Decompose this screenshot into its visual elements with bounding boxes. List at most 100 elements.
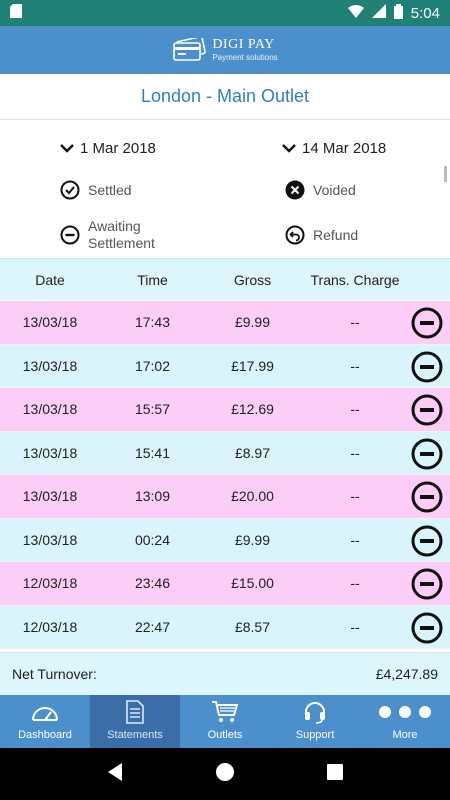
table-row[interactable]: 13/03/18 17:43 £9.99 --: [0, 301, 450, 345]
table-row[interactable]: 13/03/18 13:09 £20.00 --: [0, 475, 450, 519]
awaiting-minus-icon: [60, 225, 80, 245]
more-dots-icon: [378, 699, 432, 725]
chevron-down-icon: [60, 143, 74, 153]
recents-icon[interactable]: [326, 763, 344, 786]
tab-more[interactable]: More: [360, 695, 450, 748]
headset-icon: [303, 699, 327, 725]
legend-voided-label: Voided: [313, 182, 356, 198]
legend-settled-label: Settled: [88, 182, 132, 198]
row-gross: £9.99: [234, 531, 271, 548]
table-row[interactable]: 13/03/18 00:24 £9.99 --: [0, 518, 450, 562]
voided-x-icon: [285, 180, 305, 200]
card-icon: [173, 38, 207, 61]
awaiting-minus-icon[interactable]: [411, 438, 443, 470]
signal-icon: [371, 4, 386, 22]
table-row[interactable]: 13/03/18 15:57 £12.69 --: [0, 388, 450, 432]
row-date: 13/03/18: [22, 488, 78, 505]
tab-statements[interactable]: Statements: [90, 695, 180, 748]
scrollbar-thumb[interactable]: [444, 166, 447, 182]
legend-refund[interactable]: Refund: [285, 225, 358, 245]
tab-dashboard-label: Dashboard: [18, 729, 72, 741]
wifi-icon: [347, 4, 364, 22]
header-trans-charge[interactable]: Trans. Charge: [300, 272, 410, 288]
row-date: 13/03/18: [22, 531, 78, 548]
row-charge: --: [350, 618, 360, 635]
net-turnover-bar: Net Turnover: £4,247.89: [0, 652, 450, 695]
bottom-tab-bar: Dashboard Statements Outlets Support Mor…: [0, 695, 450, 748]
table-row[interactable]: 13/03/18 17:02 £17.99 --: [0, 344, 450, 388]
awaiting-minus-icon[interactable]: [411, 525, 443, 557]
legend-awaiting[interactable]: Awaiting Settlement: [60, 218, 190, 252]
app-header: DIGI PAY Payment solutions: [0, 26, 450, 74]
row-gross: £8.57: [234, 618, 271, 635]
row-gross: £20.00: [231, 488, 274, 505]
legend-settled[interactable]: Settled: [60, 180, 132, 200]
battery-icon: [393, 3, 403, 23]
row-gross: £17.99: [231, 357, 274, 374]
row-date: 13/03/18: [22, 401, 78, 418]
row-charge: --: [350, 575, 360, 592]
date-to-selector[interactable]: 14 Mar 2018: [282, 140, 386, 157]
legend-refund-label: Refund: [313, 227, 359, 243]
status-bar: 5:04: [0, 0, 450, 26]
row-charge: --: [350, 531, 360, 548]
row-time: 15:41: [134, 444, 171, 461]
gauge-icon: [30, 699, 60, 725]
legend-voided[interactable]: Voided: [285, 180, 356, 200]
row-gross: £12.69: [231, 401, 274, 418]
row-charge: --: [350, 488, 360, 505]
transactions-list: 13/03/18 17:43 £9.99 -- 13/03/18 17:02 £…: [0, 301, 450, 649]
system-nav-bar: [0, 748, 450, 800]
header-date[interactable]: Date: [0, 272, 100, 288]
header-time[interactable]: Time: [105, 272, 200, 288]
awaiting-minus-icon[interactable]: [411, 307, 443, 339]
net-turnover-value: £4,247.89: [375, 666, 438, 682]
tab-outlets[interactable]: Outlets: [180, 695, 270, 748]
awaiting-minus-icon[interactable]: [411, 612, 443, 644]
row-charge: --: [350, 444, 360, 461]
awaiting-minus-icon[interactable]: [411, 394, 443, 426]
row-charge: --: [350, 401, 360, 418]
row-time: 23:46: [134, 575, 171, 592]
back-icon[interactable]: [106, 762, 124, 787]
row-time: 00:24: [134, 531, 171, 548]
filters-panel: 1 Mar 2018 14 Mar 2018 Settled Voided Aw…: [0, 120, 450, 258]
date-to-value: 14 Mar 2018: [302, 140, 387, 157]
chevron-down-icon: [282, 143, 296, 153]
row-gross: £8.97: [234, 444, 271, 461]
row-gross: £9.99: [234, 314, 271, 331]
row-date: 13/03/18: [22, 314, 78, 331]
sd-card-icon: [10, 3, 22, 23]
logo-title: DIGI PAY: [212, 37, 275, 52]
row-time: 17:02: [134, 357, 171, 374]
row-gross: £15.00: [231, 575, 274, 592]
tab-support-label: Support: [295, 729, 335, 741]
row-date: 13/03/18: [22, 444, 78, 461]
document-icon: [125, 699, 145, 725]
table-header: Date Time Gross Trans. Charge: [0, 258, 450, 300]
tab-dashboard[interactable]: Dashboard: [0, 695, 90, 748]
awaiting-minus-icon[interactable]: [411, 568, 443, 600]
net-turnover-label: Net Turnover:: [12, 666, 97, 682]
row-date: 12/03/18: [22, 575, 78, 592]
digipay-logo: DIGI PAY Payment solutions: [172, 37, 278, 62]
refund-undo-icon: [285, 225, 305, 245]
logo-subtitle: Payment solutions: [212, 53, 278, 62]
awaiting-minus-icon[interactable]: [411, 481, 443, 513]
table-row[interactable]: 12/03/18 23:46 £15.00 --: [0, 562, 450, 606]
home-icon[interactable]: [215, 762, 235, 787]
awaiting-minus-icon[interactable]: [411, 351, 443, 383]
outlet-title[interactable]: London - Main Outlet: [0, 74, 450, 120]
row-date: 13/03/18: [22, 357, 78, 374]
tab-support[interactable]: Support: [270, 695, 360, 748]
table-row[interactable]: 13/03/18 15:41 £8.97 --: [0, 431, 450, 475]
tab-more-label: More: [392, 729, 418, 741]
table-row[interactable]: 12/03/18 22:47 £8.57 --: [0, 605, 450, 649]
date-from-value: 1 Mar 2018: [80, 140, 156, 157]
settled-check-icon: [60, 180, 80, 200]
clock-time: 5:04: [410, 4, 440, 22]
header-gross[interactable]: Gross: [205, 272, 300, 288]
row-time: 17:43: [134, 314, 171, 331]
date-from-selector[interactable]: 1 Mar 2018: [60, 140, 156, 157]
row-charge: --: [350, 314, 360, 331]
